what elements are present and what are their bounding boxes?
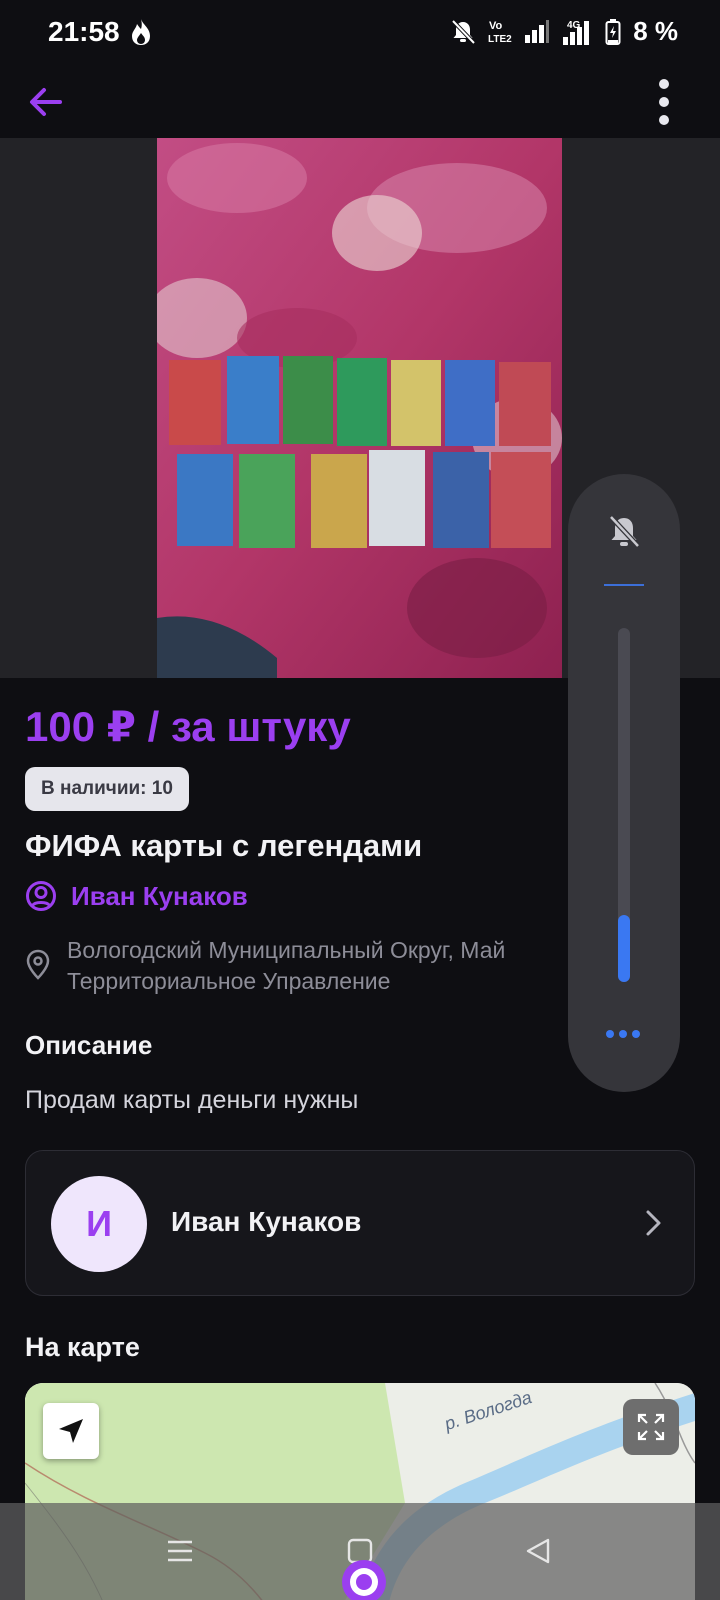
- app-bar: [0, 64, 720, 138]
- recents-button[interactable]: [150, 1523, 210, 1579]
- status-bar: 21:58 Vo LTE2 4G 8 %: [0, 0, 720, 64]
- 4g-signal-icon: 4G: [563, 20, 590, 45]
- volume-slider[interactable]: [618, 628, 630, 982]
- map-location-marker: [342, 1560, 386, 1600]
- arrow-left-icon: [30, 88, 62, 116]
- menu-icon: [168, 1540, 192, 1562]
- status-time: 21:58: [48, 16, 120, 47]
- description-text: Продам карты деньги нужны: [25, 1086, 359, 1114]
- listing-title: ФИФА карты с легендами: [25, 828, 423, 863]
- location: Вологодский Муниципальный Округ, Май Тер…: [25, 935, 505, 997]
- signal-icon: [525, 19, 550, 43]
- seller-name-link[interactable]: Иван Кунаков: [71, 881, 248, 912]
- expand-map-button[interactable]: [623, 1399, 679, 1455]
- flame-icon: [131, 19, 150, 45]
- navigation-arrow-icon: [59, 1419, 83, 1443]
- seller-card-name: Иван Кунаков: [171, 1206, 362, 1237]
- location-line-2: Территориальное Управление: [67, 968, 391, 994]
- more-vertical-icon: [659, 79, 669, 89]
- seller-link[interactable]: Иван Кунаков: [25, 880, 248, 912]
- user-circle-icon: [26, 881, 56, 911]
- volte-icon: Vo LTE2: [488, 20, 512, 45]
- battery-charging-icon: [605, 18, 621, 45]
- status-icons: Vo LTE2 4G 8 %: [449, 16, 678, 47]
- back-nav-button[interactable]: [508, 1523, 568, 1579]
- avatar: И: [51, 1176, 147, 1272]
- map-heading: На карте: [25, 1332, 140, 1362]
- back-button[interactable]: [22, 78, 70, 126]
- description-heading: Описание: [25, 1030, 153, 1060]
- bell-muted-icon[interactable]: [604, 512, 644, 552]
- svg-text:Vo: Vo: [489, 20, 503, 32]
- location-line-1: Вологодский Муниципальный Округ, Май: [67, 937, 506, 963]
- bell-muted-icon: [451, 19, 476, 44]
- battery-percent: 8 %: [633, 16, 678, 46]
- more-horizontal-icon: [606, 1030, 614, 1038]
- map-pin-icon: [26, 949, 50, 980]
- volume-more-button[interactable]: [606, 1030, 640, 1038]
- seller-card[interactable]: И Иван Кунаков: [25, 1150, 695, 1296]
- svg-text:LTE2: LTE2: [488, 34, 512, 45]
- volume-panel[interactable]: [568, 474, 680, 1092]
- mute-indicator: [604, 584, 644, 586]
- chevron-right-icon: [646, 1210, 661, 1236]
- expand-icon: [637, 1413, 665, 1441]
- listing-photo[interactable]: [157, 138, 562, 678]
- listing-price: 100 ₽ / за штуку: [25, 703, 351, 750]
- volume-level: [618, 914, 630, 982]
- more-menu-button[interactable]: [644, 78, 684, 126]
- stock-badge: В наличии: 10: [25, 767, 189, 811]
- locate-button[interactable]: [43, 1403, 99, 1459]
- triangle-back-icon: [526, 1538, 550, 1564]
